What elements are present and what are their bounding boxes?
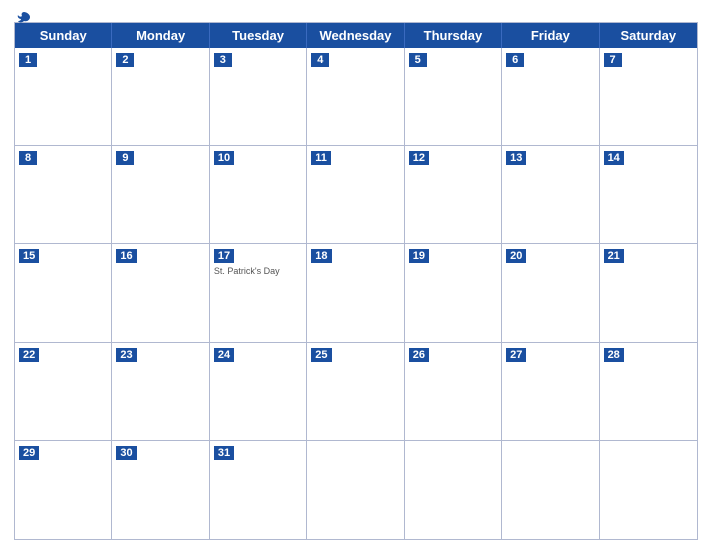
- calendar-cell: [600, 441, 697, 539]
- calendar-cell: 3: [210, 48, 307, 146]
- date-number: 14: [604, 151, 624, 165]
- calendar-cell: 6: [502, 48, 599, 146]
- weekday-header-tuesday: Tuesday: [210, 23, 307, 48]
- calendar-grid: SundayMondayTuesdayWednesdayThursdayFrid…: [14, 22, 698, 540]
- date-number: 18: [311, 249, 331, 263]
- calendar-cell: 18: [307, 244, 404, 342]
- calendar-cell: 23: [112, 343, 209, 441]
- calendar-cell: 5: [405, 48, 502, 146]
- calendar-cell: 17 St. Patrick's Day: [210, 244, 307, 342]
- date-number: 11: [311, 151, 331, 165]
- weekday-header-saturday: Saturday: [600, 23, 697, 48]
- date-number: 25: [311, 348, 331, 362]
- date-number: 30: [116, 446, 136, 460]
- calendar-cell: 1: [15, 48, 112, 146]
- date-number: 1: [19, 53, 37, 67]
- calendar-row-3: 15 16 17 St. Patrick's Day 18 19 20 21: [15, 244, 697, 342]
- date-number: 4: [311, 53, 329, 67]
- calendar-cell: 25: [307, 343, 404, 441]
- date-number: 21: [604, 249, 624, 263]
- calendar-cell: 8: [15, 146, 112, 244]
- calendar-cell: 21: [600, 244, 697, 342]
- date-number: 9: [116, 151, 134, 165]
- calendar-cell: 29: [15, 441, 112, 539]
- event-label: St. Patrick's Day: [214, 266, 302, 276]
- calendar-cell: 30: [112, 441, 209, 539]
- date-number: 13: [506, 151, 526, 165]
- logo-blue-text: [14, 10, 32, 26]
- date-number: 24: [214, 348, 234, 362]
- calendar-cell: 11: [307, 146, 404, 244]
- calendar-cell: 13: [502, 146, 599, 244]
- date-number: 3: [214, 53, 232, 67]
- date-number: 28: [604, 348, 624, 362]
- weekday-header-monday: Monday: [112, 23, 209, 48]
- date-number: 8: [19, 151, 37, 165]
- calendar-cell: [405, 441, 502, 539]
- logo-bird-icon: [16, 10, 32, 26]
- calendar-cell: 28: [600, 343, 697, 441]
- calendar-row-4: 22 23 24 25 26 27 28: [15, 343, 697, 441]
- date-number: 12: [409, 151, 429, 165]
- calendar-cell: 31: [210, 441, 307, 539]
- calendar-cell: 2: [112, 48, 209, 146]
- date-number: 5: [409, 53, 427, 67]
- date-number: 6: [506, 53, 524, 67]
- date-number: 15: [19, 249, 39, 263]
- calendar-cell: 4: [307, 48, 404, 146]
- date-number: 20: [506, 249, 526, 263]
- calendar-cell: 15: [15, 244, 112, 342]
- calendar-body: 1234567891011121314151617St. Patrick's D…: [15, 48, 697, 539]
- calendar-row-2: 8 9 10 11 12 13 14: [15, 146, 697, 244]
- date-number: 23: [116, 348, 136, 362]
- calendar-cell: 12: [405, 146, 502, 244]
- calendar-cell: 19: [405, 244, 502, 342]
- calendar-cell: 9: [112, 146, 209, 244]
- calendar-cell: [502, 441, 599, 539]
- calendar-cell: 7: [600, 48, 697, 146]
- calendar-page: SundayMondayTuesdayWednesdayThursdayFrid…: [0, 0, 712, 550]
- calendar-cell: [307, 441, 404, 539]
- weekday-header-thursday: Thursday: [405, 23, 502, 48]
- weekday-header-row: SundayMondayTuesdayWednesdayThursdayFrid…: [15, 23, 697, 48]
- logo: [14, 10, 32, 26]
- calendar-cell: 20: [502, 244, 599, 342]
- date-number: 19: [409, 249, 429, 263]
- date-number: 29: [19, 446, 39, 460]
- calendar-cell: 10: [210, 146, 307, 244]
- date-number: 10: [214, 151, 234, 165]
- date-number: 7: [604, 53, 622, 67]
- calendar-row-1: 1 2 3 4 5 6 7: [15, 48, 697, 146]
- date-number: 22: [19, 348, 39, 362]
- weekday-header-sunday: Sunday: [15, 23, 112, 48]
- calendar-cell: 26: [405, 343, 502, 441]
- calendar-cell: 27: [502, 343, 599, 441]
- date-number: 2: [116, 53, 134, 67]
- date-number: 17: [214, 249, 234, 263]
- date-number: 27: [506, 348, 526, 362]
- date-number: 31: [214, 446, 234, 460]
- weekday-header-wednesday: Wednesday: [307, 23, 404, 48]
- calendar-cell: 24: [210, 343, 307, 441]
- calendar-cell: 22: [15, 343, 112, 441]
- date-number: 26: [409, 348, 429, 362]
- calendar-cell: 14: [600, 146, 697, 244]
- calendar-cell: 16: [112, 244, 209, 342]
- date-number: 16: [116, 249, 136, 263]
- calendar-row-5: 29 30 31: [15, 441, 697, 539]
- weekday-header-friday: Friday: [502, 23, 599, 48]
- calendar-header: [14, 10, 698, 18]
